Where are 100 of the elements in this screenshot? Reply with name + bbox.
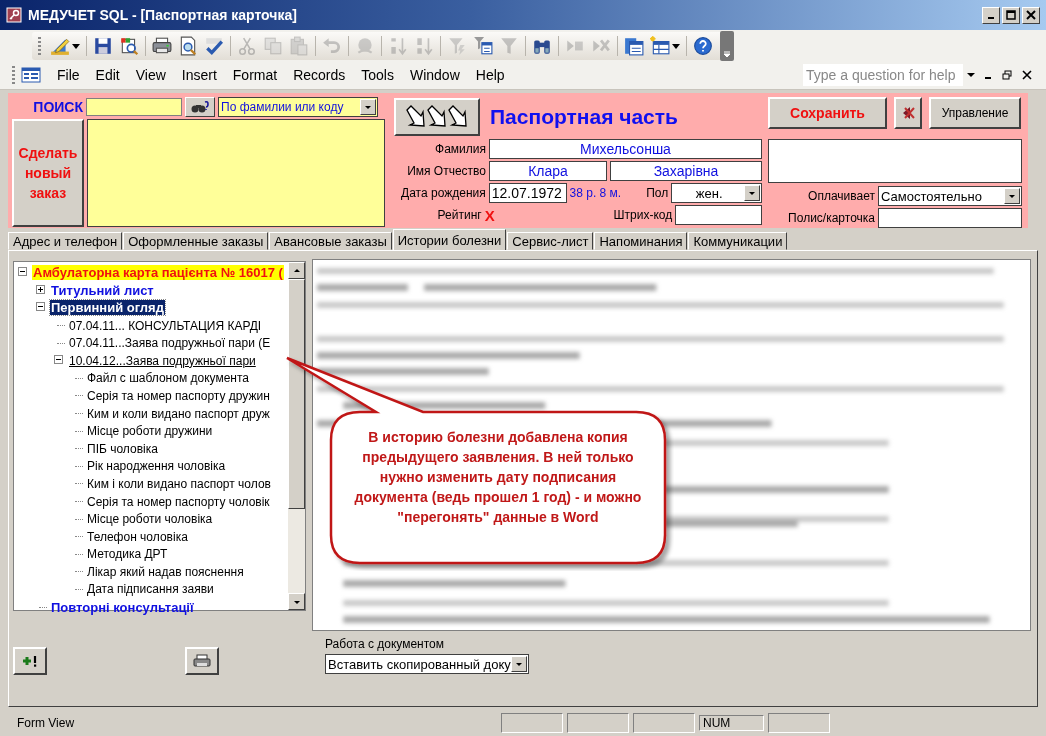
- arrows-button[interactable]: [394, 98, 480, 136]
- field-label: Оплачивает: [807, 189, 875, 203]
- collapse-icon[interactable]: [18, 267, 27, 277]
- tree-item[interactable]: Файл с шаблоном документа: [86, 371, 250, 386]
- window-title: МЕДУЧЕТ SQL - [Паспортная карточка]: [28, 7, 298, 23]
- tree-item[interactable]: 10.04.12...Заява подружньої пари: [68, 353, 257, 368]
- add-button[interactable]: [13, 647, 47, 675]
- database-window-icon[interactable]: [624, 35, 644, 56]
- form-icon[interactable]: [21, 67, 41, 83]
- status-panel: [501, 713, 563, 733]
- policy-field[interactable]: [878, 208, 1022, 228]
- tab[interactable]: Коммуникации: [688, 232, 788, 250]
- tree-item[interactable]: Лікар який надав пояснення: [86, 564, 245, 579]
- tab[interactable]: Адрес и телефон: [8, 232, 123, 250]
- tree-item[interactable]: Рік народження чоловіка: [86, 459, 227, 474]
- tab[interactable]: Авансовые заказы: [269, 232, 392, 250]
- tree-item[interactable]: Ким и коли видано паспорт друж: [86, 406, 271, 421]
- minimize-button[interactable]: [982, 6, 1000, 24]
- help-icon[interactable]: [693, 35, 713, 56]
- patronymic-field[interactable]: Захарівна: [610, 161, 762, 181]
- section-heading: Паспортная часть: [490, 105, 678, 129]
- caret-icon[interactable]: [72, 41, 80, 50]
- tree-item[interactable]: Телефон чоловіка: [86, 529, 189, 544]
- menu-item[interactable]: Tools: [353, 67, 402, 83]
- filter-form-icon[interactable]: [473, 35, 493, 56]
- tree-item[interactable]: 07.04.11...Заява подружньої пари (Е: [68, 336, 272, 351]
- menu-item[interactable]: Insert: [173, 67, 225, 83]
- barcode-field[interactable]: [675, 205, 762, 225]
- tree-item[interactable]: Ким і коли видано паспорт чолов: [86, 476, 272, 491]
- menu-item[interactable]: Format: [224, 67, 286, 83]
- search-mode-dropdown[interactable]: По фамилии или коду: [218, 97, 378, 117]
- tab[interactable]: Истории болезни: [392, 229, 507, 250]
- caret-icon: [515, 660, 523, 668]
- toolbar-options-button[interactable]: [720, 30, 734, 61]
- menu-item[interactable]: View: [127, 67, 174, 83]
- field-label: Имя Отчество: [406, 164, 486, 178]
- age-text: 38 р. 8 м.: [569, 186, 623, 200]
- tree-item[interactable]: Дата підписання заяви: [86, 582, 215, 597]
- payer-dropdown[interactable]: Самостоятельно: [878, 186, 1022, 206]
- close-icon: [1026, 10, 1036, 20]
- close-button[interactable]: [1022, 6, 1040, 24]
- collapse-icon[interactable]: [54, 355, 63, 365]
- scrollbar[interactable]: [288, 262, 305, 610]
- printer-icon[interactable]: [152, 35, 172, 56]
- tree-item[interactable]: Титульний лист: [50, 282, 155, 298]
- sex-dropdown[interactable]: жен.: [671, 183, 762, 203]
- surname-field[interactable]: Михельсонша: [489, 139, 762, 159]
- caret-icon: [748, 189, 756, 197]
- birth-date-field[interactable]: 12.07.1972: [488, 183, 567, 203]
- status-panel: [768, 713, 830, 733]
- expand-icon[interactable]: [36, 284, 45, 294]
- tree-item[interactable]: 07.04.11... КОНСУЛЬТАЦИЯ КАРДІ: [68, 318, 263, 333]
- tree-item[interactable]: Повторні консультації: [50, 599, 195, 615]
- tree-item[interactable]: Методика ДРТ: [86, 547, 169, 562]
- maximize-button[interactable]: [1002, 6, 1020, 24]
- printer-icon: [193, 654, 211, 668]
- print-preview-icon[interactable]: [178, 35, 198, 56]
- tree-item[interactable]: Серія та номер паспорту дружин: [86, 388, 271, 403]
- tab[interactable]: Сервис-лист: [507, 232, 594, 250]
- tab[interactable]: Оформленные заказы: [123, 232, 269, 250]
- arrows-icon: [404, 105, 470, 129]
- binoculars-icon: [190, 100, 210, 114]
- tree-item[interactable]: Первинний огляд: [50, 300, 165, 316]
- menu-item[interactable]: Help: [467, 67, 513, 83]
- tree-item[interactable]: ПІБ чоловіка: [86, 441, 159, 456]
- document-tools-label: Работа с документом: [325, 637, 446, 651]
- menu-item[interactable]: Records: [285, 67, 354, 83]
- field-label: Полис/карточка: [787, 211, 875, 225]
- up-arrow-icon[interactable]: [292, 266, 301, 275]
- tree-item[interactable]: Місце роботи чоловіка: [86, 512, 214, 527]
- menu-item[interactable]: Edit: [87, 67, 128, 83]
- callout-text: В историю болезни добавлена копия предыдущего заявления. В ней только нужно изменить дату подписания документа (ведь прошел 1 год) - и можно "перегонять" данные в Word: [353, 428, 643, 527]
- document-action-dropdown[interactable]: Вставить скопированный доку: [325, 654, 529, 674]
- search-results-list[interactable]: [87, 119, 385, 227]
- menu-item[interactable]: Window: [401, 67, 468, 83]
- spell-check-icon[interactable]: [204, 35, 224, 56]
- key-icon: [6, 7, 22, 23]
- tree-item[interactable]: Амбулаторна карта пацієнта № 16017 (: [32, 265, 284, 281]
- help-search-field[interactable]: Type a question for help: [803, 64, 963, 86]
- plus-exclamation-icon: [21, 654, 39, 668]
- properties-icon[interactable]: [119, 35, 139, 56]
- first-name-field[interactable]: Клара: [489, 161, 607, 181]
- note-field[interactable]: [768, 139, 1022, 183]
- field-label: Дата рождения: [400, 186, 486, 200]
- restore-icon[interactable]: [1002, 70, 1012, 80]
- manage-button[interactable]: Управление: [929, 97, 1021, 129]
- cancel-button[interactable]: [894, 97, 922, 129]
- print-button[interactable]: [185, 647, 219, 675]
- caret-icon[interactable]: [672, 41, 680, 50]
- tab[interactable]: Напоминания: [594, 232, 688, 250]
- caret-icon[interactable]: [967, 71, 975, 79]
- collapse-icon[interactable]: [36, 302, 45, 312]
- new-table-icon[interactable]: [650, 35, 670, 56]
- menu-item[interactable]: File: [49, 67, 88, 83]
- find-button[interactable]: [185, 97, 215, 117]
- tree-item[interactable]: Місце роботи дружини: [86, 424, 214, 439]
- close-icon[interactable]: [1022, 70, 1032, 80]
- field-label: Рейтинг: [436, 208, 482, 222]
- search-field[interactable]: [86, 98, 182, 116]
- tree-item[interactable]: Серія та номер паспорту чоловік: [86, 494, 271, 509]
